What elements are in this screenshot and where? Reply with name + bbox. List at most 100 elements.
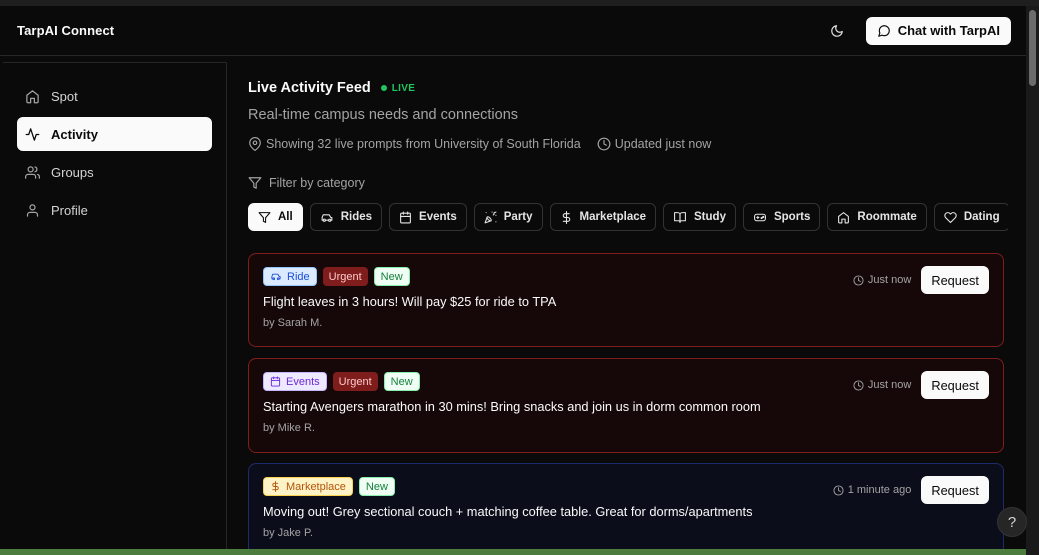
car-icon — [321, 213, 333, 222]
card-author: by Mike R. — [263, 422, 315, 434]
scrollbar-thumb[interactable] — [1029, 10, 1036, 86]
sidebar-item-groups[interactable]: Groups — [17, 155, 212, 189]
filter-label: Filter by category — [248, 176, 365, 190]
filter-label-text: Filter by category — [269, 176, 365, 190]
activity-card[interactable]: Marketplace New Moving out! Grey section… — [248, 463, 1004, 555]
card-actions: 1 minute ago Request — [833, 476, 989, 504]
app-root: TarpAI Connect Chat with TarpAI Spot Act… — [0, 0, 1039, 555]
dollar-icon — [562, 210, 570, 224]
request-button[interactable]: Request — [921, 266, 989, 294]
sidebar-item-spot[interactable]: Spot — [17, 79, 212, 113]
live-badge-label: LIVE — [391, 82, 416, 94]
map-pin-icon — [249, 137, 261, 151]
card-author: by Sarah M. — [263, 317, 323, 329]
filter-chip-label: Rides — [340, 211, 373, 223]
brand-title[interactable]: TarpAI Connect — [17, 23, 114, 38]
heart-icon — [944, 211, 957, 223]
sidebar-item-activity[interactable]: Activity — [17, 117, 212, 151]
request-button[interactable]: Request — [921, 371, 989, 399]
filter-chip-all[interactable]: All — [248, 203, 303, 231]
filter-chip-label: Events — [419, 211, 457, 223]
card-text: Moving out! Grey sectional couch + match… — [263, 504, 753, 519]
category-tag-events: Events — [263, 372, 327, 391]
filter-chip-party[interactable]: Party — [473, 203, 543, 231]
activity-card[interactable]: Events Urgent New Starting Avengers mara… — [248, 358, 1004, 453]
gamepad-icon — [754, 213, 766, 221]
feed-meta: Showing 32 live prompts from University … — [248, 137, 711, 151]
clock-icon — [597, 137, 611, 151]
page-scrollbar[interactable] — [1026, 6, 1039, 555]
filter-chip-study[interactable]: Study — [663, 203, 736, 231]
card-time-text: Just now — [867, 379, 912, 391]
request-button[interactable]: Request — [921, 476, 989, 504]
updated-text: Updated just now — [614, 137, 712, 151]
filter-chip-label: Roommate — [857, 211, 917, 223]
chat-with-tarpai-button[interactable]: Chat with TarpAI — [865, 16, 1011, 45]
category-filters: All Rides Events Party Marketplace Study — [248, 203, 1008, 231]
home-icon — [26, 89, 39, 103]
filter-icon — [248, 177, 262, 189]
top-header: TarpAI Connect Chat with TarpAI — [0, 6, 1026, 56]
card-time: 1 minute ago — [833, 484, 912, 496]
category-tag-marketplace: Marketplace — [263, 477, 353, 496]
filter-chip-label: Marketplace — [579, 211, 647, 223]
filter-chip-rides[interactable]: Rides — [309, 203, 383, 231]
new-badge: New — [358, 477, 395, 496]
message-circle-icon — [877, 24, 890, 37]
calendar-icon — [270, 376, 281, 387]
filter-chip-label: Sports — [773, 211, 811, 223]
card-text: Flight leaves in 3 hours! Will pay $25 f… — [263, 294, 557, 309]
new-badge: New — [383, 372, 420, 391]
card-time-text: Just now — [867, 274, 912, 286]
activity-icon — [25, 127, 40, 141]
category-tag-label: Events — [286, 375, 320, 388]
clock-icon — [853, 274, 864, 286]
filter-chip-dating[interactable]: Dating — [933, 203, 1008, 231]
theme-toggle-button[interactable] — [826, 20, 848, 42]
filter-chip-label: Dating — [963, 211, 1000, 223]
location-text: Showing 32 live prompts from University … — [266, 137, 581, 151]
chat-button-label: Chat with TarpAI — [897, 23, 1000, 38]
sidebar-item-label: Activity — [51, 126, 98, 142]
sidebar-item-label: Profile — [51, 202, 88, 218]
filter-chip-label: All — [278, 211, 293, 223]
live-dot-icon — [380, 85, 387, 91]
card-time: Just now — [853, 379, 911, 391]
party-icon — [484, 211, 497, 223]
sidebar-item-label: Groups — [51, 164, 94, 180]
card-actions: Just now Request — [853, 266, 989, 294]
user-icon — [26, 203, 39, 217]
card-author: by Jake P. — [263, 527, 313, 539]
car-icon — [271, 273, 281, 281]
filter-chip-sports[interactable]: Sports — [742, 203, 821, 231]
sidebar: Spot Activity Groups Profile — [3, 62, 227, 555]
activity-card[interactable]: Ride Urgent New Flight leaves in 3 hours… — [248, 253, 1004, 347]
clock-icon — [853, 379, 864, 391]
card-text: Starting Avengers marathon in 30 mins! B… — [263, 399, 761, 414]
header-actions: Chat with TarpAI — [826, 16, 1011, 45]
filter-chip-events[interactable]: Events — [389, 203, 467, 231]
moon-icon — [830, 24, 843, 37]
sidebar-item-profile[interactable]: Profile — [17, 193, 212, 227]
filter-chip-label: Study — [694, 211, 726, 223]
filter-chip-roommate[interactable]: Roommate — [827, 203, 927, 231]
users-icon — [25, 165, 40, 179]
filter-chip-marketplace[interactable]: Marketplace — [549, 203, 657, 231]
category-tag-label: Marketplace — [286, 480, 346, 493]
activity-feed: Live Activity Feed LIVE Real-time campus… — [248, 62, 1008, 555]
urgent-badge: Urgent — [322, 267, 368, 286]
feed-title-row: Live Activity Feed LIVE — [248, 80, 415, 96]
bottom-edge-strip — [0, 549, 1026, 555]
calendar-icon — [400, 211, 411, 223]
clock-icon — [833, 484, 844, 496]
live-badge: LIVE — [380, 82, 416, 94]
card-time: Just now — [853, 274, 911, 286]
book-icon — [674, 211, 686, 223]
filter-chip-label: Party — [503, 211, 533, 223]
card-time-text: 1 minute ago — [847, 484, 912, 496]
category-tag-ride: Ride — [263, 267, 317, 286]
help-button[interactable]: ? — [997, 507, 1027, 537]
page-subtitle: Real-time campus needs and connections — [248, 107, 519, 123]
home-icon — [838, 211, 850, 223]
urgent-badge: Urgent — [332, 372, 378, 391]
